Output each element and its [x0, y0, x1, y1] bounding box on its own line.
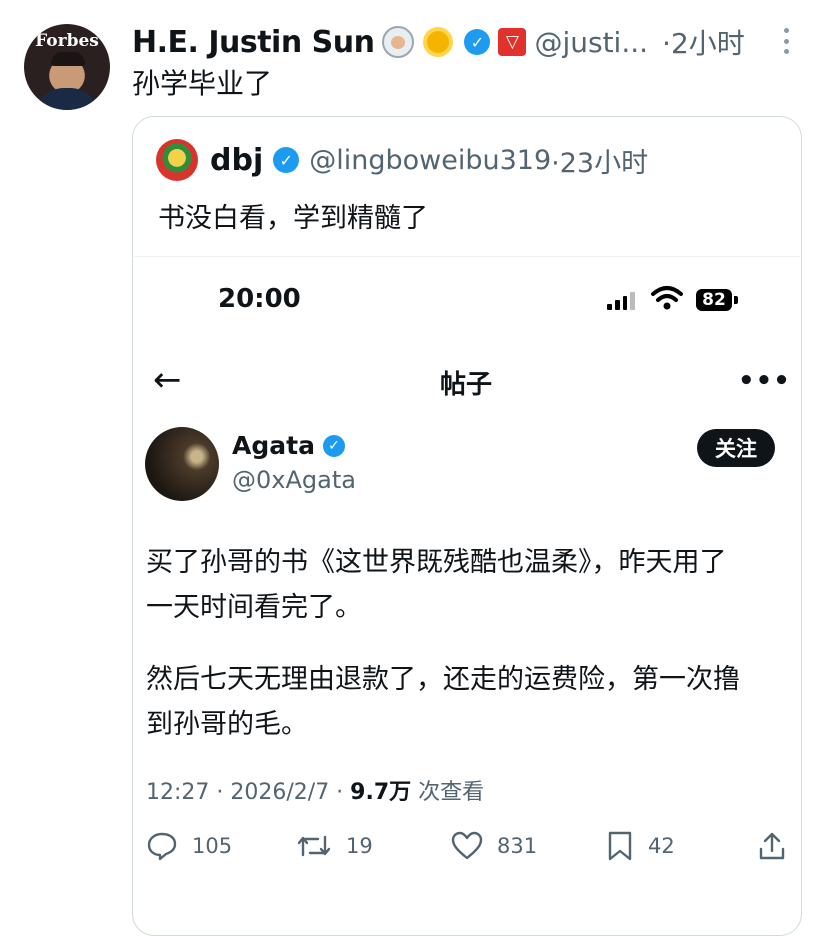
quoted-tweet-header: dbj ✓ @lingboweibu319 ·23小时: [210, 138, 648, 182]
more-options-icon[interactable]: [776, 26, 796, 56]
bookmark-icon: [608, 831, 632, 861]
quoted-author-handle[interactable]: @lingboweibu319: [309, 145, 551, 176]
author-name[interactable]: H.E. Justin Sun: [132, 25, 375, 60]
follow-button[interactable]: 关注: [697, 429, 775, 467]
post-text-line: 然后七天无理由退款了，还走的运费险，第一次撸: [146, 664, 740, 695]
astronaut-emoji-icon: [382, 26, 415, 58]
post-meta: 12:27 · 2026/2/7 · 9.7万 次查看: [146, 774, 484, 806]
verified-badge-icon[interactable]: ✓: [273, 147, 300, 173]
reply-button[interactable]: 105: [146, 828, 232, 864]
repost-button[interactable]: 19: [296, 828, 373, 864]
post-author-avatar[interactable]: [145, 427, 219, 501]
avatar-hair: [51, 52, 85, 66]
sun-emoji-icon: [427, 31, 450, 53]
post-author-handle[interactable]: @0xAgata: [232, 466, 356, 494]
quoted-tweet-text: 书没白看，学到精髓了: [158, 203, 428, 234]
repost-count: 19: [346, 834, 373, 858]
quoted-tweet-time[interactable]: ·23小时: [551, 141, 648, 180]
author-avatar[interactable]: Forbes: [24, 24, 110, 110]
signal-icon: [607, 290, 635, 310]
more-horizontal-icon[interactable]: •••: [738, 366, 791, 396]
view-label: 次查看: [411, 780, 485, 805]
post-author-name-row: Agata ✓: [232, 431, 345, 460]
heart-icon: [451, 831, 483, 860]
battery-indicator: 82: [696, 289, 732, 311]
status-clock: 20:00: [218, 284, 301, 314]
post-text-line: 一天时间看完了。: [146, 592, 362, 623]
page-title: 帖子: [440, 370, 493, 400]
post-text-line: 买了孙哥的书《这世界既残酷也温柔》，昨天用了: [146, 547, 727, 578]
quoted-author-name[interactable]: dbj: [210, 143, 263, 178]
quoted-author-avatar[interactable]: [156, 139, 198, 181]
tweet-text: 孙学毕业了: [132, 67, 273, 100]
verified-badge-icon[interactable]: ✓: [322, 434, 345, 457]
share-icon: [759, 832, 785, 860]
view-count: 9.7万: [350, 780, 412, 805]
back-arrow-icon[interactable]: ←: [153, 363, 182, 397]
avatar-suit: [34, 88, 100, 110]
repost-icon: [297, 835, 331, 857]
post-author-name[interactable]: Agata: [232, 431, 315, 460]
reply-icon: [147, 832, 177, 861]
like-button[interactable]: 831: [451, 828, 537, 864]
bookmark-button[interactable]: 42: [606, 828, 675, 864]
wifi-icon: [651, 286, 683, 310]
bookmark-count: 42: [648, 834, 675, 858]
reply-count: 105: [192, 834, 233, 858]
battery-tip: [734, 296, 738, 304]
tron-affiliate-icon[interactable]: ▽: [498, 28, 527, 56]
avatar-forbes-text: Forbes: [35, 31, 99, 51]
tweet-time[interactable]: ·2小时: [662, 22, 745, 62]
post-text-line: 到孙哥的毛。: [146, 709, 308, 740]
post-timestamp[interactable]: 12:27 · 2026/2/7 ·: [146, 780, 350, 805]
share-button[interactable]: [758, 828, 800, 864]
tweet-header: H.E. Justin Sun ✓ ▽ @justi... ·2小时: [132, 22, 745, 62]
verified-badge-icon[interactable]: ✓: [464, 29, 491, 55]
like-count: 831: [497, 834, 538, 858]
author-handle[interactable]: @justi...: [534, 26, 648, 59]
